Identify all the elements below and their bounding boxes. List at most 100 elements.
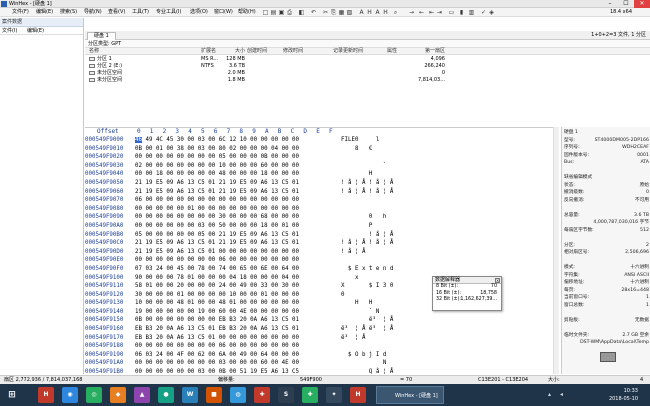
partition-row[interactable]: 未分区空间 1.8 MB 7,814,03...	[85, 77, 650, 84]
hex-row[interactable]: 000549F9000 46 49 4C 45 30 00 03 00 6C 12…	[85, 136, 557, 145]
hex-row-ascii[interactable]: `	[341, 162, 387, 171]
winhex-task-button[interactable]: WinHex - [硬盘 1]	[376, 386, 444, 404]
arrow-left-icon[interactable]: ←	[418, 9, 425, 17]
app-3-icon[interactable]: ◎	[86, 387, 102, 403]
arrow-right-icon[interactable]: →	[408, 9, 415, 17]
hex-row[interactable]: 000549F9170 EB B3 20 0A A6 13 C5 01 00 00…	[85, 334, 557, 343]
print-icon[interactable]: ⎙	[286, 9, 293, 17]
app-7-icon[interactable]: W	[182, 387, 198, 403]
app-13-icon[interactable]: ✦	[326, 387, 342, 403]
tray-network-icon[interactable]: ▴	[548, 391, 551, 398]
tab-disk-1[interactable]: 硬盘 1	[87, 32, 116, 40]
data-interpreter-close-button[interactable]: ×	[495, 278, 500, 283]
hex-row[interactable]: 000549F90E0 00 00 00 00 00 00 00 00 06 00…	[85, 256, 557, 265]
disk-icon[interactable]: ▭	[448, 9, 455, 17]
hex-row-ascii[interactable]: ! å ¦ Å ! å ¦ Å	[341, 179, 393, 188]
hex-row-bytes[interactable]: 21 19 E5 09 A6 13 C5 01 21 19 E5 09 A6 1…	[135, 179, 299, 188]
hex-scrollbar[interactable]	[553, 127, 559, 374]
paste-block-icon[interactable]: ▧	[346, 9, 353, 17]
hex-row-bytes[interactable]: 90 00 00 00 78 01 00 00 00 04 18 00 00 0…	[135, 274, 299, 283]
search-icon[interactable]: ⌕	[392, 9, 399, 17]
hex-row-ascii[interactable]: H	[341, 170, 373, 179]
case-file-menu[interactable]: 文件(I)	[2, 28, 17, 34]
hex-row[interactable]: 000549F9090 00 00 00 00 00 00 00 00 30 00…	[85, 213, 557, 222]
taskbar-clock[interactable]: 10:33 2018-05-10	[609, 387, 638, 403]
hex-row-ascii[interactable]: N	[341, 359, 387, 368]
hex-row-ascii[interactable]: x	[341, 274, 359, 283]
partition-row[interactable]: 分区 2 (E:) NTFS 3.6 TB 266,240	[85, 63, 650, 70]
hex-row-ascii[interactable]: P	[341, 222, 373, 231]
hex-row-bytes[interactable]: 58 01 00 00 20 00 00 00 24 00 49 00 33 0…	[135, 282, 299, 291]
hex-row-bytes[interactable]: 06 03 24 00 4F 00 62 00 6A 00 49 00 64 0…	[135, 351, 299, 360]
hex-row-bytes[interactable]: 46 49 4C 45 30 00 03 00 6C 12 10 00 00 0…	[135, 136, 299, 145]
hex-row-bytes[interactable]: EB B3 20 0A A6 13 C5 01 00 00 00 00 00 0…	[135, 334, 299, 343]
hex-row[interactable]: 000549F9180 00 00 00 00 00 00 00 00 06 00…	[85, 342, 557, 351]
paste-icon[interactable]: ▦	[338, 9, 345, 17]
hex-row[interactable]: 000549F90D0 21 19 E5 09 A6 13 C5 01 00 00…	[85, 248, 557, 257]
hex-row[interactable]: 000549F9010 0B 00 01 00 38 00 03 00 80 02…	[85, 145, 557, 154]
app-10-icon[interactable]: ✚	[254, 387, 270, 403]
hex-row-bytes[interactable]: 0B 00 01 00 38 00 03 00 80 02 00 00 00 0…	[135, 145, 299, 154]
hex-row[interactable]: 000549F9190 06 03 24 00 4F 00 62 00 6A 00…	[85, 351, 557, 360]
hex-row-bytes[interactable]: 21 19 E5 09 A6 13 C5 01 21 19 E5 09 A6 1…	[135, 188, 299, 197]
hex-row-ascii[interactable]: $ O b j I d	[341, 351, 386, 360]
hex-row-bytes[interactable]: 00 00 00 00 00 00 00 00 06 00 00 00 00 0…	[135, 256, 299, 265]
menu-item-1[interactable]: 编辑(E)	[36, 8, 53, 17]
app-11-icon[interactable]: S	[278, 387, 294, 403]
calculator-icon[interactable]: ▥	[468, 9, 475, 17]
replace-text-icon[interactable]: A	[374, 9, 381, 17]
open-file-icon[interactable]: ▤	[270, 9, 277, 17]
new-file-icon[interactable]: □	[262, 9, 269, 17]
hex-row-ascii[interactable]: ! å ¦ Å ! å ¦ Å	[341, 188, 393, 197]
app-8-icon[interactable]: ■	[206, 387, 222, 403]
hex-row-bytes[interactable]: 00 00 00 00 00 00 00 00 06 00 00 00 00 0…	[135, 342, 299, 351]
hex-row[interactable]: 000549F9080 00 00 00 00 00 01 00 00 00 00…	[85, 205, 557, 214]
menu-item-9[interactable]: 帮助(H)	[238, 8, 256, 17]
hex-row-bytes[interactable]: 00 00 00 00 00 00 00 00 30 00 00 00 68 0…	[135, 213, 299, 222]
hex-row-bytes[interactable]: 00 00 00 00 00 01 00 00 00 00 00 00 00 0…	[135, 205, 299, 214]
menu-item-8[interactable]: 窗口(W)	[214, 8, 233, 17]
goto-end-icon[interactable]: ⇥	[436, 9, 443, 17]
app-9-icon[interactable]: ◍	[230, 387, 246, 403]
hex-row[interactable]: 000549F9030 02 00 00 00 00 00 00 00 10 00…	[85, 162, 557, 171]
menu-item-0[interactable]: 文件(F)	[12, 8, 29, 17]
app-2-icon[interactable]: ◉	[62, 387, 78, 403]
hex-row-ascii[interactable]: $ E x t e n d	[341, 265, 393, 274]
hex-row-ascii[interactable]: ` N	[341, 308, 379, 317]
menu-item-7[interactable]: 选项(O)	[190, 8, 208, 17]
app-5-icon[interactable]: ▲	[134, 387, 150, 403]
hex-row[interactable]: 000549F90C0 21 19 E5 09 A6 13 C5 01 21 19…	[85, 239, 557, 248]
find-text-icon[interactable]: A	[358, 9, 365, 17]
hex-row[interactable]: 000549F90B0 05 00 00 00 00 00 05 00 21 19…	[85, 231, 557, 240]
menu-item-5[interactable]: 工具(T)	[132, 8, 149, 17]
partition-row[interactable]: 分区 1 MS R... 128 MB 4,096	[85, 56, 650, 63]
hex-row[interactable]: 000549F9150 0B 00 00 00 00 00 00 00 EB B3…	[85, 316, 557, 325]
menu-item-3[interactable]: 导航(N)	[84, 8, 102, 17]
hex-row[interactable]: 000549F9060 21 19 E5 09 A6 13 C5 01 21 19…	[85, 188, 557, 197]
close-button[interactable]: ✕	[634, 0, 650, 8]
app-4-icon[interactable]: ◆	[110, 387, 126, 403]
hex-row-ascii[interactable]: FILE0 l	[341, 136, 379, 145]
hex-row-bytes[interactable]: 0B 00 00 00 00 00 00 00 EB B3 20 0A A6 1…	[135, 316, 299, 325]
hex-row-bytes[interactable]: 05 00 00 00 00 00 05 00 21 19 E5 09 A6 1…	[135, 231, 299, 240]
hex-row-bytes[interactable]: EB B3 20 0A A6 13 C5 01 EB B3 20 0A A6 1…	[135, 325, 299, 334]
minimize-button[interactable]: –	[602, 0, 618, 8]
hex-row-ascii[interactable]: ! å ¦ Å	[341, 231, 393, 240]
find-hex-icon[interactable]: H	[366, 9, 373, 17]
hex-row-bytes[interactable]: 07 03 24 00 45 00 78 00 74 00 65 00 6E 0…	[135, 265, 299, 274]
ram-icon[interactable]: ▮	[458, 9, 465, 17]
case-edit-menu[interactable]: 编辑(E)	[27, 28, 44, 34]
hex-row-ascii[interactable]: 8 €	[341, 145, 372, 154]
hex-row-ascii[interactable]: H H	[341, 299, 372, 308]
goto-start-icon[interactable]: ⇤	[428, 9, 435, 17]
hex-row-bytes[interactable]: 10 00 00 00 48 01 00 00 48 01 00 00 00 0…	[135, 299, 299, 308]
hex-row[interactable]: 000549F90F0 07 03 24 00 45 00 78 00 74 00…	[85, 265, 557, 274]
hex-row-bytes[interactable]: 00 00 00 00 00 00 00 00 03 00 00 00 60 0…	[135, 359, 299, 368]
start-button-icon[interactable]: ⊞	[4, 387, 20, 403]
hex-row-ascii[interactable]: 0	[341, 291, 345, 300]
hex-editor[interactable]: Offset 0 1 2 3 4 5 6 7 8 9 A B C D E F 000549F9000 46 49…	[85, 127, 557, 375]
maximize-button[interactable]: ☐	[618, 0, 634, 8]
checkmark-icon[interactable]: ✓	[480, 9, 487, 17]
partition-row[interactable]: 未分区空间 2.0 MB 0	[85, 70, 650, 77]
hex-row-bytes[interactable]: 21 19 E5 09 A6 13 C5 01 21 19 E5 09 A6 1…	[135, 239, 299, 248]
